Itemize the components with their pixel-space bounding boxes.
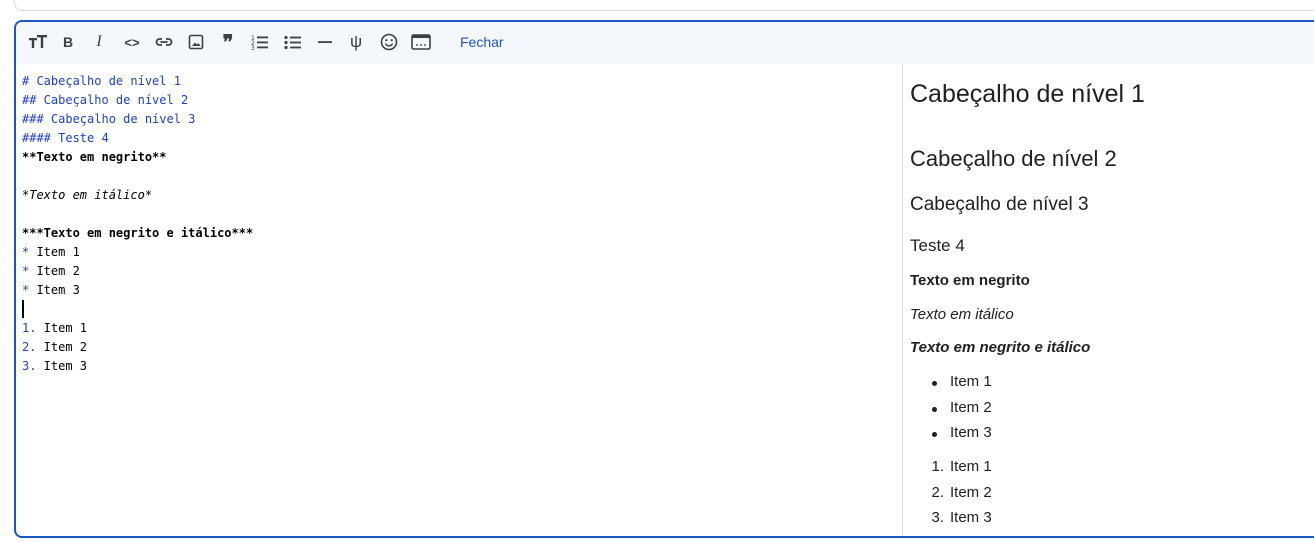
list-item-number: 1. [931,458,944,475]
markdown-source-textarea[interactable]: # Cabeçalho de nível 1 ## Cabeçalho de ní… [22,72,882,376]
source-line: *Texto em itálico* [22,188,153,202]
close-button[interactable]: Fechar [460,34,504,50]
emoji-icon[interactable] [377,30,401,54]
source-line: ***Texto em negrito e itálico*** [22,226,254,240]
link-icon[interactable] [152,30,176,54]
bullet-icon [932,432,937,437]
preview-heading-4: Teste 4 [910,236,965,255]
list-item: 2. Item 2 [910,483,992,510]
source-line-text: Cabeçalho de nível 2 [36,93,189,107]
bullet-icon [932,381,937,386]
source-line: 3. Item 3 [22,357,882,376]
preview-bold-text: Texto em negrito [910,272,1030,289]
source-line-text: Item 3 [36,359,88,373]
source-line: # Cabeçalho de nível 1 [22,72,882,91]
horizontal-rule-icon[interactable] [313,30,337,54]
editor-toolbar: B I <> ❞ 123 ψ Fechar [16,22,1314,64]
source-line: **Texto em negrito** [22,150,167,164]
list-item-label: Item 2 [950,483,992,501]
source-line: #### Teste 4 [22,129,882,148]
psi-icon[interactable]: ψ [344,30,368,54]
list-item-label: Item 1 [950,458,992,475]
markdown-preview: Cabeçalho de nível 1 Cabeçalho de nível … [910,64,1314,536]
preview-heading-2: Cabeçalho de nível 2 [910,146,1117,171]
source-line: 2. Item 2 [22,338,882,357]
list-item-label: Item 3 [950,509,992,526]
source-line-text: Item 1 [29,245,80,259]
image-icon[interactable] [184,30,208,54]
markdown-marker: 2. [22,340,37,354]
source-line-text: Cabeçalho de nível 3 [43,112,196,126]
previous-field-border [14,0,1314,11]
preview-heading-1: Cabeçalho de nível 1 [910,80,1145,108]
markdown-marker: #### [22,131,51,145]
code-icon[interactable]: <> [120,30,144,54]
markdown-marker: 1. [22,321,37,335]
pane-divider [902,64,903,536]
preview-italic-text: Texto em itálico [910,306,1014,323]
source-line-text: Item 2 [36,340,88,354]
preview-bold-italic-text: Texto em negrito e itálico [910,339,1091,356]
numbered-list-icon[interactable]: 123 [248,30,272,54]
text-size-icon[interactable] [26,30,50,54]
source-line [22,205,882,224]
preview-heading-3: Cabeçalho de nível 3 [910,194,1089,215]
embed-icon[interactable] [409,30,433,54]
list-item: 1. Item 1 [910,458,992,484]
source-line-text: Item 2 [29,264,80,278]
markdown-marker: 3. [22,359,37,373]
list-item: Item 1 [910,373,992,399]
list-item: Item 3 [910,424,992,450]
text-cursor [22,300,24,318]
source-line: * Item 3 [22,281,882,300]
source-line: * Item 1 [22,243,882,262]
list-item: 3. Item 3 [910,509,992,535]
source-line [22,300,882,319]
bold-icon[interactable]: B [56,30,80,54]
source-line-text: Item 1 [36,321,88,335]
source-line-text: Cabeçalho de nível 1 [29,74,181,88]
list-item: Item 2 [910,399,992,425]
source-line: ## Cabeçalho de nível 2 [22,91,882,110]
list-item-number: 2. [931,483,944,501]
preview-numbered-list: 1. Item 1 2. Item 2 3. Item 3 [910,458,992,535]
quote-icon[interactable]: ❞ [216,30,240,54]
source-line-text: Teste 4 [50,131,109,145]
bullet-icon [932,406,937,412]
list-item-label: Item 1 [950,373,992,390]
svg-text:3: 3 [251,45,255,50]
source-line: * Item 2 [22,262,882,281]
source-line [22,167,882,186]
preview-bulleted-list: Item 1 Item 2 Item 3 [910,373,992,450]
list-item-label: Item 3 [950,424,992,441]
markdown-editor: B I <> ❞ 123 ψ Fechar # Cabeçalho de nív… [14,20,1314,538]
italic-icon[interactable]: I [87,30,111,54]
markdown-marker: ### [22,112,44,126]
bulleted-list-icon[interactable] [281,30,305,54]
list-item-number: 3. [931,509,944,526]
list-item-label: Item 2 [950,398,992,416]
source-line: 1. Item 1 [22,319,882,338]
source-line-text: Item 3 [29,283,80,297]
source-line: ### Cabeçalho de nível 3 [22,110,882,129]
markdown-marker: ## [22,93,37,107]
